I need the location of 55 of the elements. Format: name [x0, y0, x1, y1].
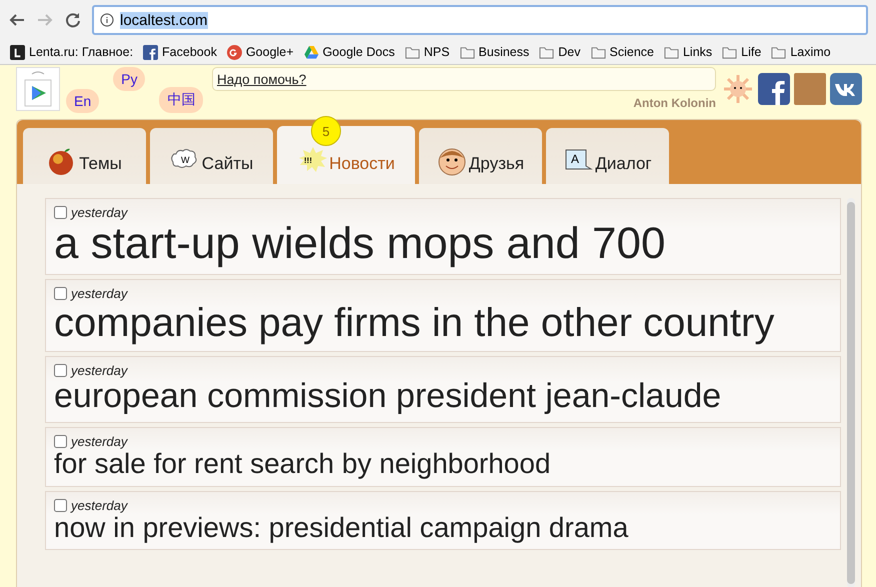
news-title[interactable]: companies pay firms in the other country — [54, 301, 832, 346]
checkbox[interactable] — [54, 287, 67, 300]
folder-icon — [539, 44, 554, 60]
tab[interactable]: Темы — [23, 128, 146, 184]
news-time: yesterday — [71, 498, 128, 513]
language-link[interactable]: En — [66, 89, 100, 113]
news-time: yesterday — [71, 363, 128, 378]
tab[interactable]: Друзья — [419, 128, 542, 184]
folder-icon — [722, 44, 738, 60]
news-title[interactable]: european commission president jean-claude — [54, 378, 832, 416]
checkbox[interactable] — [54, 498, 67, 512]
bookmark-item[interactable]: Business — [460, 44, 530, 60]
folder-icon — [590, 44, 606, 60]
folder-icon — [664, 44, 679, 60]
bookmark-item[interactable]: NPS — [404, 44, 450, 60]
news-time: yesterday — [71, 205, 128, 220]
vk-icon[interactable] — [830, 73, 862, 105]
facebook-icon — [143, 44, 158, 60]
bookmark-item[interactable]: Google+ — [226, 44, 294, 60]
bookmark-item[interactable]: Links — [664, 44, 712, 60]
l-logo-icon — [10, 44, 25, 60]
bookmark-item[interactable]: Google Docs — [304, 44, 395, 60]
user-name: Anton Kolonin — [633, 96, 716, 110]
facebook-icon[interactable] — [758, 73, 790, 105]
language-link[interactable]: Ру — [113, 67, 146, 91]
bookmark-item[interactable]: Life — [722, 44, 762, 60]
language-link[interactable]: 中国 — [159, 87, 204, 113]
checkbox[interactable] — [54, 364, 67, 378]
scrollbar[interactable] — [847, 198, 855, 587]
folder-icon — [404, 44, 420, 60]
face-icon — [436, 146, 467, 176]
tab[interactable]: W Сайты — [150, 128, 273, 184]
bookmark-item[interactable]: Facebook — [143, 44, 217, 60]
folder-icon — [771, 44, 786, 60]
checkbox[interactable] — [54, 434, 67, 448]
count-badge: 5 — [311, 116, 341, 146]
play-store-icon[interactable] — [16, 67, 60, 111]
bookmark-item[interactable]: Dev — [539, 44, 580, 60]
help-link[interactable]: Надо помочь? — [217, 72, 306, 86]
reload-icon[interactable] — [64, 11, 82, 29]
bookmark-item[interactable]: Science — [590, 44, 654, 60]
triangle-logo-icon — [304, 44, 319, 60]
address-bar[interactable]: localtest.com — [92, 5, 868, 35]
news-title[interactable]: a start-up wields mops and 700 — [54, 220, 832, 268]
bookmark-item[interactable]: Laximo — [771, 44, 831, 60]
google-plus-icon — [226, 44, 242, 60]
news-title[interactable]: for sale for rent search by neighborhood — [54, 448, 832, 480]
bookmark-item[interactable]: Lenta.ru: Главное: — [10, 44, 134, 60]
news-time: yesterday — [71, 434, 128, 449]
tab[interactable]: A Диалог — [546, 128, 669, 184]
checkbox[interactable] — [54, 206, 67, 219]
folder-icon — [460, 44, 475, 60]
news-time: yesterday — [71, 286, 128, 302]
info-icon — [100, 13, 114, 27]
news-title[interactable]: now in previews: presidential campaign drama — [54, 512, 832, 544]
